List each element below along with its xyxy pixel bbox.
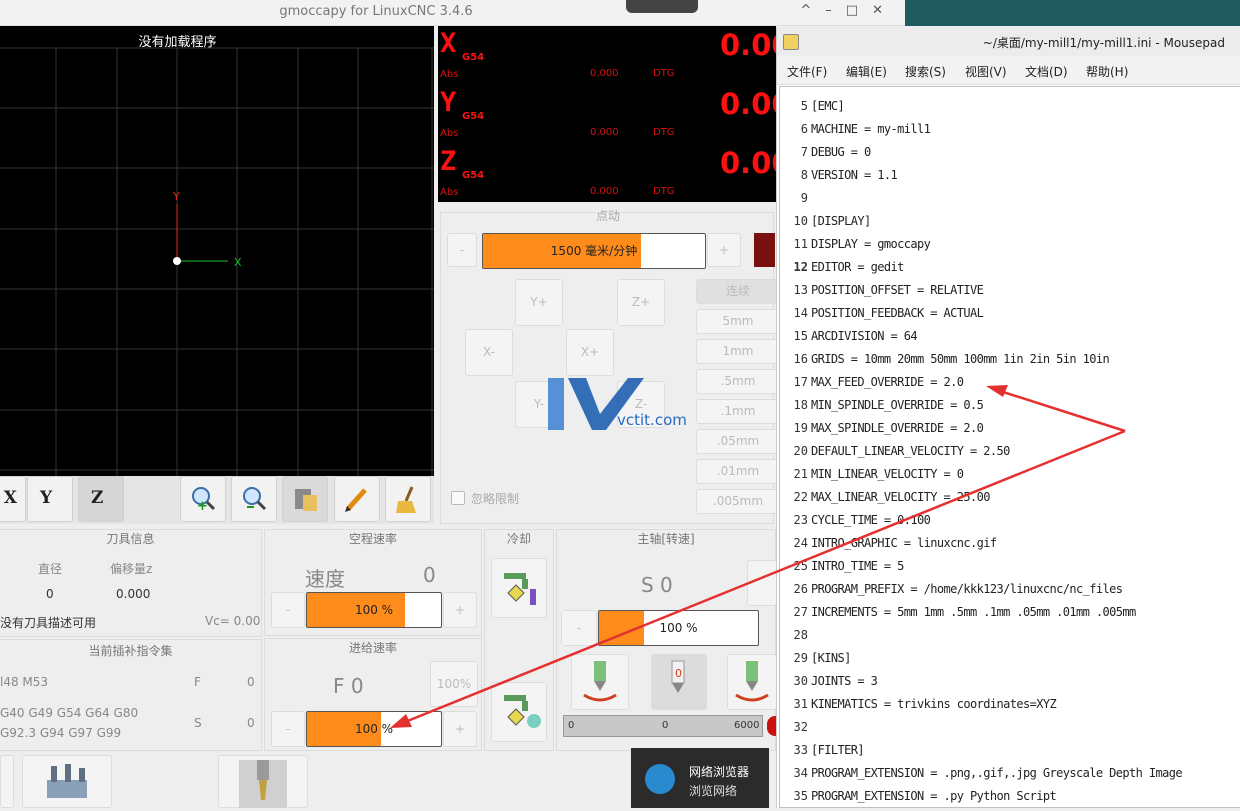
notification-subtitle: 浏览网络 bbox=[689, 784, 738, 798]
globe-icon bbox=[645, 764, 675, 794]
network-notification[interactable]: 网络浏览器 浏览网络 bbox=[631, 748, 769, 808]
annotation-arrows bbox=[390, 385, 1126, 728]
notification-title: 网络浏览器 bbox=[689, 765, 750, 779]
